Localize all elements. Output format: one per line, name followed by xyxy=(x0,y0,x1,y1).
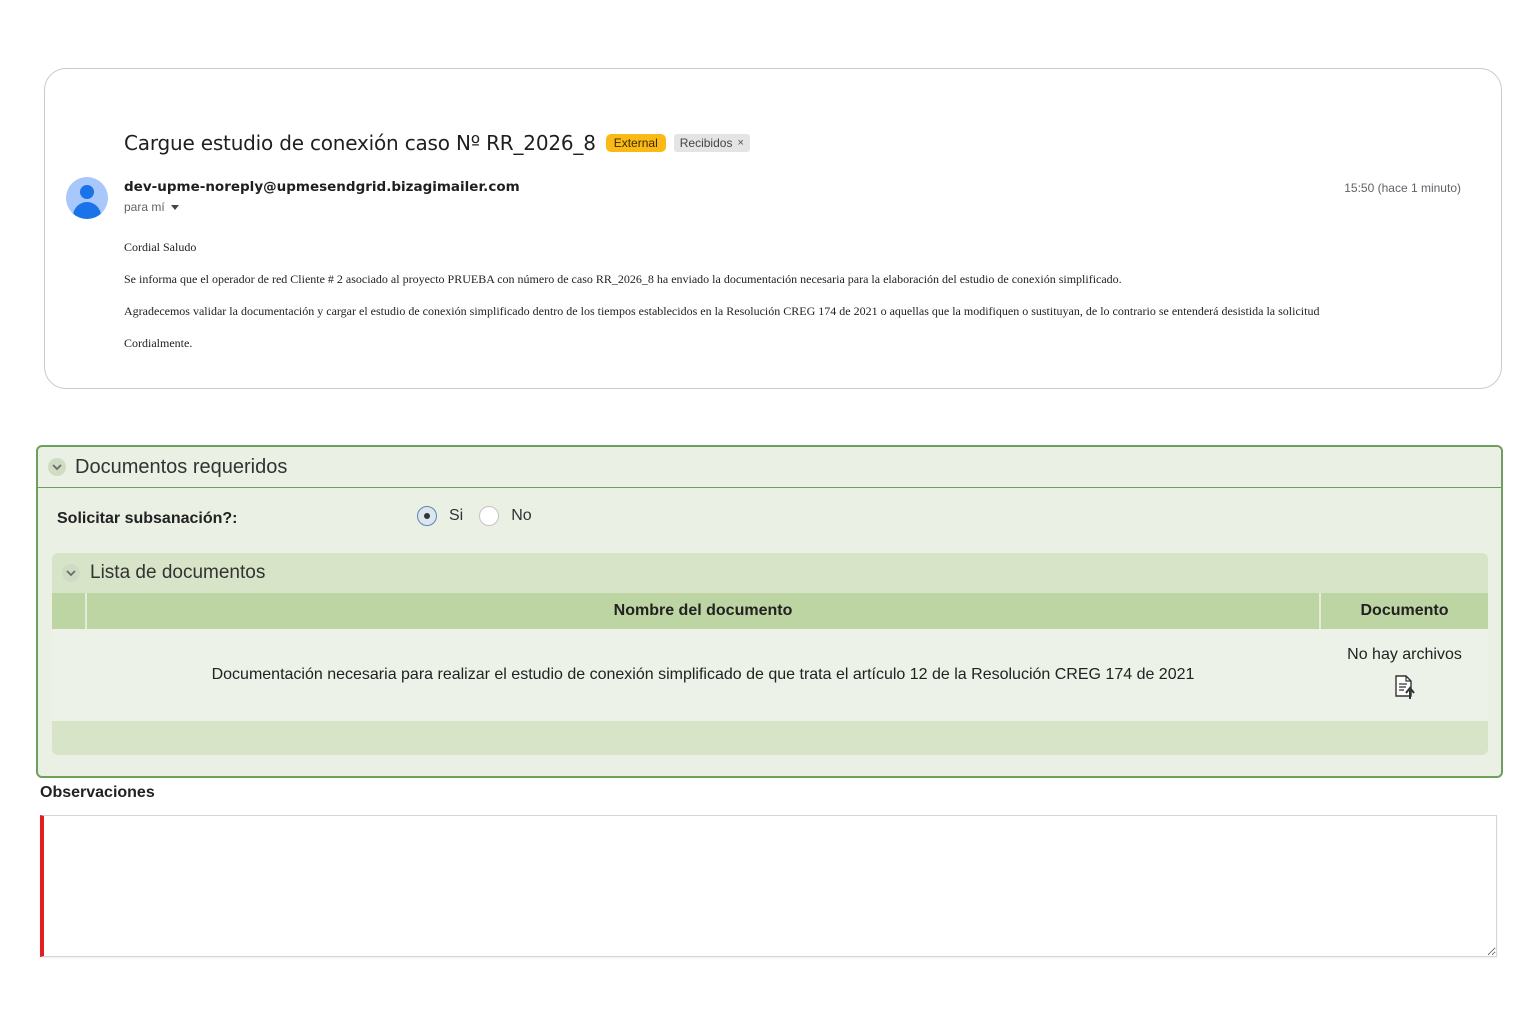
radio-yes[interactable] xyxy=(417,506,437,526)
observations-label: Observaciones xyxy=(40,784,155,801)
document-name: Documentación necesaria para realizar el… xyxy=(211,666,1195,683)
subsanacion-radio-group: Si No xyxy=(417,506,548,526)
recipient-text: para mí xyxy=(124,200,165,214)
documents-list-header[interactable]: Lista de documentos xyxy=(52,553,1488,593)
email-card: Cargue estudio de conexión caso Nº RR_20… xyxy=(44,68,1502,389)
email-paragraph: Se informa que el operador de red Client… xyxy=(124,272,1122,286)
external-badge: External xyxy=(605,134,666,152)
table-header: Nombre del documento Documento xyxy=(52,593,1488,629)
inbox-label[interactable]: Recibidos × xyxy=(673,134,750,152)
chevron-down-icon[interactable] xyxy=(48,458,66,476)
radio-no-label[interactable]: No xyxy=(511,507,531,525)
required-documents-panel: Documentos requeridos Solicitar subsanac… xyxy=(36,445,1503,778)
radio-no[interactable] xyxy=(479,506,500,526)
subject-row: Cargue estudio de conexión caso Nº RR_20… xyxy=(124,131,750,155)
subsanacion-label: Solicitar subsanación?: xyxy=(57,510,238,527)
email-signoff: Cordialmente. xyxy=(124,336,193,350)
documents-list-panel: Lista de documentos Nombre del documento… xyxy=(52,553,1488,755)
column-header-name: Nombre del documento xyxy=(87,593,1321,629)
avatar-icon[interactable] xyxy=(66,177,108,219)
avatar-head xyxy=(80,185,94,199)
chevron-down-icon[interactable] xyxy=(62,564,80,582)
email-subject: Cargue estudio de conexión caso Nº RR_20… xyxy=(124,131,596,155)
sender-address[interactable]: dev-upme-noreply@upmesendgrid.bizagimail… xyxy=(124,179,520,195)
table-row: Documentación necesaria para realizar el… xyxy=(52,629,1488,721)
email-timestamp: 15:50 (hace 1 minuto) xyxy=(1344,181,1461,195)
observations-textarea[interactable] xyxy=(40,815,1497,957)
table-header-spacer xyxy=(52,593,87,629)
recipient-details[interactable]: para mí xyxy=(124,200,179,214)
document-cell: No hay archivos xyxy=(1321,629,1488,721)
column-header-document: Documento xyxy=(1360,602,1449,619)
required-documents-header[interactable]: Documentos requeridos xyxy=(38,447,1501,488)
remove-label-icon[interactable]: × xyxy=(737,137,743,149)
documents-list-title: Lista de documentos xyxy=(90,562,266,583)
email-body: Cordial Saludo Se informa que el operado… xyxy=(124,239,1319,367)
required-documents-title: Documentos requeridos xyxy=(75,455,288,478)
email-paragraph: Agradecemos validar la documentación y c… xyxy=(124,304,1320,318)
no-files-text: No hay archivos xyxy=(1347,646,1462,663)
avatar-body xyxy=(73,202,101,219)
email-greeting: Cordial Saludo xyxy=(124,240,197,254)
upload-document-icon[interactable] xyxy=(1392,674,1418,705)
caret-down-icon[interactable] xyxy=(170,204,179,210)
radio-yes-label[interactable]: Si xyxy=(449,507,463,525)
inbox-label-text: Recibidos xyxy=(679,136,733,150)
